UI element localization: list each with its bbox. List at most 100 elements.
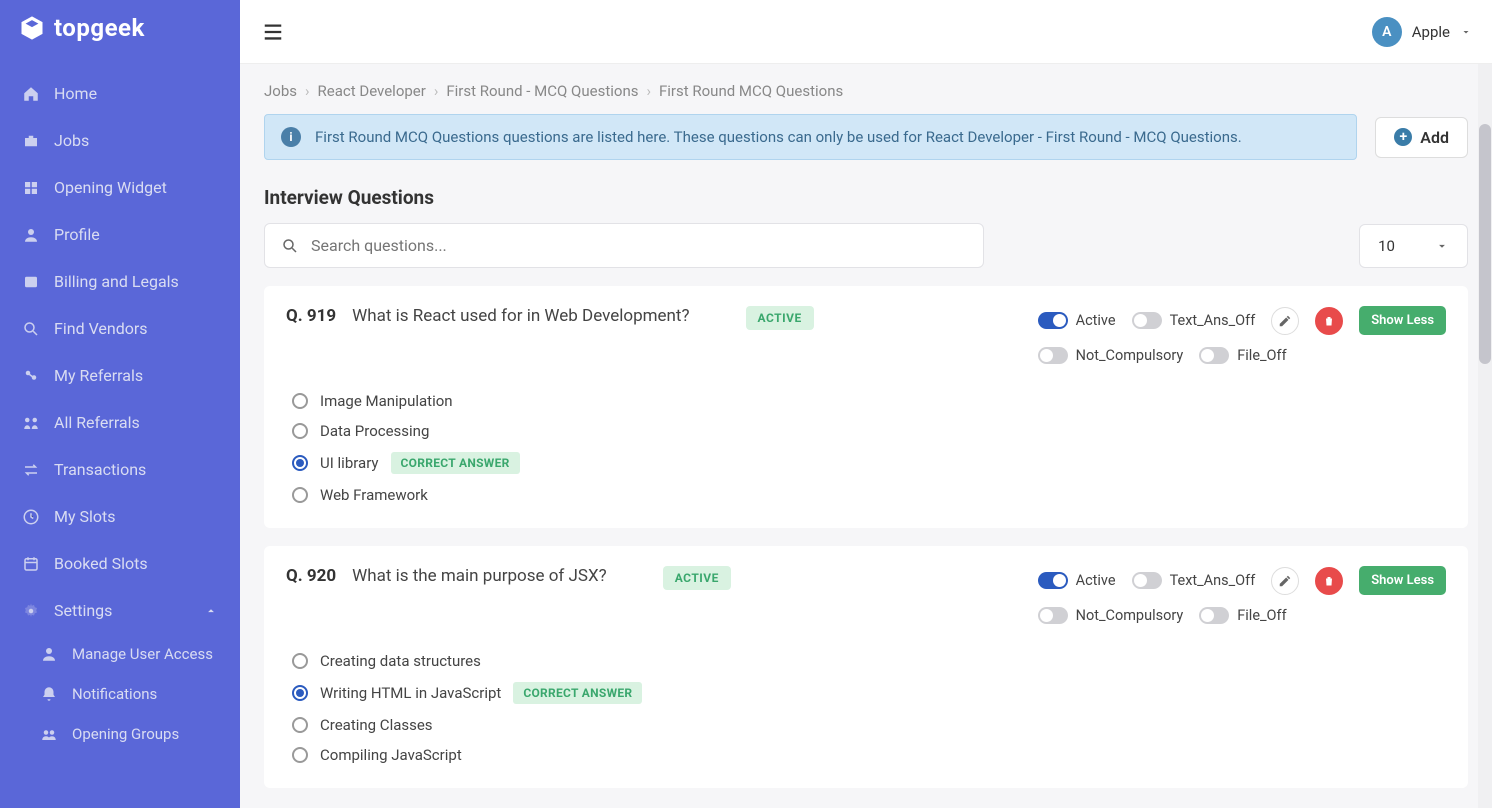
option-label: UI library: [320, 454, 379, 472]
referral-all-icon: [22, 414, 40, 432]
status-badge: ACTIVE: [663, 566, 731, 590]
toggle-text-ans[interactable]: [1132, 312, 1162, 329]
toggle-compulsory-label: Not_Compulsory: [1076, 607, 1184, 624]
show-less-button[interactable]: Show Less: [1359, 566, 1446, 595]
toggle-text-ans-label: Text_Ans_Off: [1170, 312, 1256, 329]
breadcrumb-item[interactable]: First Round - MCQ Questions: [446, 82, 638, 100]
correct-answer-badge: CORRECT ANSWER: [391, 452, 520, 474]
sidebar-item-my-slots[interactable]: My Slots: [0, 493, 240, 540]
chevron-right-icon: ›: [434, 82, 439, 100]
user-icon: [40, 645, 58, 663]
edit-button[interactable]: [1271, 567, 1299, 595]
avatar: A: [1372, 17, 1402, 47]
sidebar-item-opening-widget[interactable]: Opening Widget: [0, 164, 240, 211]
option-row[interactable]: Web Framework: [292, 486, 1446, 504]
breadcrumb-item[interactable]: Jobs: [264, 82, 297, 100]
option-row[interactable]: Creating data structures: [292, 652, 1446, 670]
briefcase-icon: [22, 132, 40, 150]
plus-icon: +: [1394, 128, 1412, 146]
sidebar-item-settings[interactable]: Settings: [0, 587, 240, 634]
sidebar-item-find-vendors[interactable]: Find Vendors: [0, 305, 240, 352]
pencil-icon: [1278, 574, 1292, 588]
scrollbar-thumb[interactable]: [1479, 124, 1491, 364]
trash-icon: [1323, 575, 1335, 587]
option-label: Image Manipulation: [320, 392, 453, 410]
logo-icon: [18, 14, 46, 42]
delete-button[interactable]: [1315, 307, 1343, 335]
search-icon: [22, 320, 40, 338]
sidebar-item-label: Notifications: [72, 685, 157, 703]
radio-icon: [292, 393, 308, 409]
sidebar-item-my-referrals[interactable]: My Referrals: [0, 352, 240, 399]
chevron-down-icon: [1435, 239, 1449, 253]
sidebar-item-label: Home: [54, 84, 97, 103]
toggle-file[interactable]: [1199, 607, 1229, 624]
referral-icon: [22, 367, 40, 385]
option-row[interactable]: Creating Classes: [292, 716, 1446, 734]
chevron-right-icon: ›: [646, 82, 651, 100]
brand-logo[interactable]: topgeek: [0, 0, 240, 62]
calendar-icon: [22, 555, 40, 573]
page-size-value: 10: [1378, 237, 1395, 255]
sidebar-item-label: Opening Groups: [72, 725, 179, 743]
radio-icon: [292, 653, 308, 669]
info-banner: i First Round MCQ Questions questions ar…: [264, 114, 1357, 160]
show-less-button[interactable]: Show Less: [1359, 306, 1446, 335]
edit-button[interactable]: [1271, 307, 1299, 335]
page-size-select[interactable]: 10: [1359, 224, 1468, 268]
sidebar-item-opening-groups[interactable]: Opening Groups: [18, 714, 240, 754]
toggle-text-ans[interactable]: [1132, 572, 1162, 589]
option-label: Compiling JavaScript: [320, 746, 462, 764]
sidebar-item-all-referrals[interactable]: All Referrals: [0, 399, 240, 446]
delete-button[interactable]: [1315, 567, 1343, 595]
search-box[interactable]: [264, 223, 984, 268]
toggle-file[interactable]: [1199, 347, 1229, 364]
option-row[interactable]: Data Processing: [292, 422, 1446, 440]
sidebar-item-profile[interactable]: Profile: [0, 211, 240, 258]
scrollbar-track[interactable]: [1478, 64, 1492, 808]
toggle-active-label: Active: [1076, 312, 1116, 329]
question-number: Q. 920: [286, 566, 336, 586]
bell-icon: [40, 685, 58, 703]
user-name-label: Apple: [1412, 23, 1450, 41]
main-area: A Apple Jobs › React Developer › First Round…: [240, 0, 1492, 808]
question-number: Q. 919: [286, 306, 336, 326]
option-row[interactable]: Image Manipulation: [292, 392, 1446, 410]
toggle-active-label: Active: [1076, 572, 1116, 589]
chevron-up-icon: [204, 604, 218, 618]
search-input[interactable]: [311, 236, 967, 255]
widget-icon: [22, 179, 40, 197]
gear-icon: [22, 602, 40, 620]
user-menu[interactable]: A Apple: [1372, 17, 1472, 47]
hamburger-icon[interactable]: [260, 21, 286, 43]
sidebar: topgeek Home JobsOpening Widget Profile Bil…: [0, 0, 240, 808]
sidebar-item-jobs[interactable]: Jobs: [0, 117, 240, 164]
toggle-file-label: File_Off: [1237, 347, 1286, 364]
sidebar-item-booked-slots[interactable]: Booked Slots: [0, 540, 240, 587]
chevron-right-icon: ›: [305, 82, 310, 100]
sidebar-item-home[interactable]: Home: [0, 70, 240, 117]
section-title: Interview Questions: [240, 160, 1492, 223]
sidebar-item-manage-user-access[interactable]: Manage User Access: [18, 634, 240, 674]
toggle-compulsory-label: Not_Compulsory: [1076, 347, 1184, 364]
toggle-active[interactable]: [1038, 572, 1068, 589]
sidebar-item-label: My Slots: [54, 507, 116, 526]
add-button[interactable]: + Add: [1375, 117, 1468, 158]
option-row[interactable]: Writing HTML in JavaScript CORRECT ANSWE…: [292, 682, 1446, 704]
option-row[interactable]: UI library CORRECT ANSWER: [292, 452, 1446, 474]
toggle-compulsory[interactable]: [1038, 347, 1068, 364]
option-label: Creating Classes: [320, 716, 433, 734]
option-label: Writing HTML in JavaScript: [320, 684, 501, 702]
sidebar-item-transactions[interactable]: Transactions: [0, 446, 240, 493]
breadcrumb-item: First Round MCQ Questions: [659, 82, 843, 100]
info-text: First Round MCQ Questions questions are …: [315, 128, 1242, 146]
option-row[interactable]: Compiling JavaScript: [292, 746, 1446, 764]
sidebar-item-label: Profile: [54, 225, 100, 244]
radio-icon: [292, 423, 308, 439]
toggle-active[interactable]: [1038, 312, 1068, 329]
radio-icon: [292, 455, 308, 471]
toggle-compulsory[interactable]: [1038, 607, 1068, 624]
breadcrumb-item[interactable]: React Developer: [318, 82, 426, 100]
sidebar-item-notifications[interactable]: Notifications: [18, 674, 240, 714]
sidebar-item-billing-and-legals[interactable]: Billing and Legals: [0, 258, 240, 305]
